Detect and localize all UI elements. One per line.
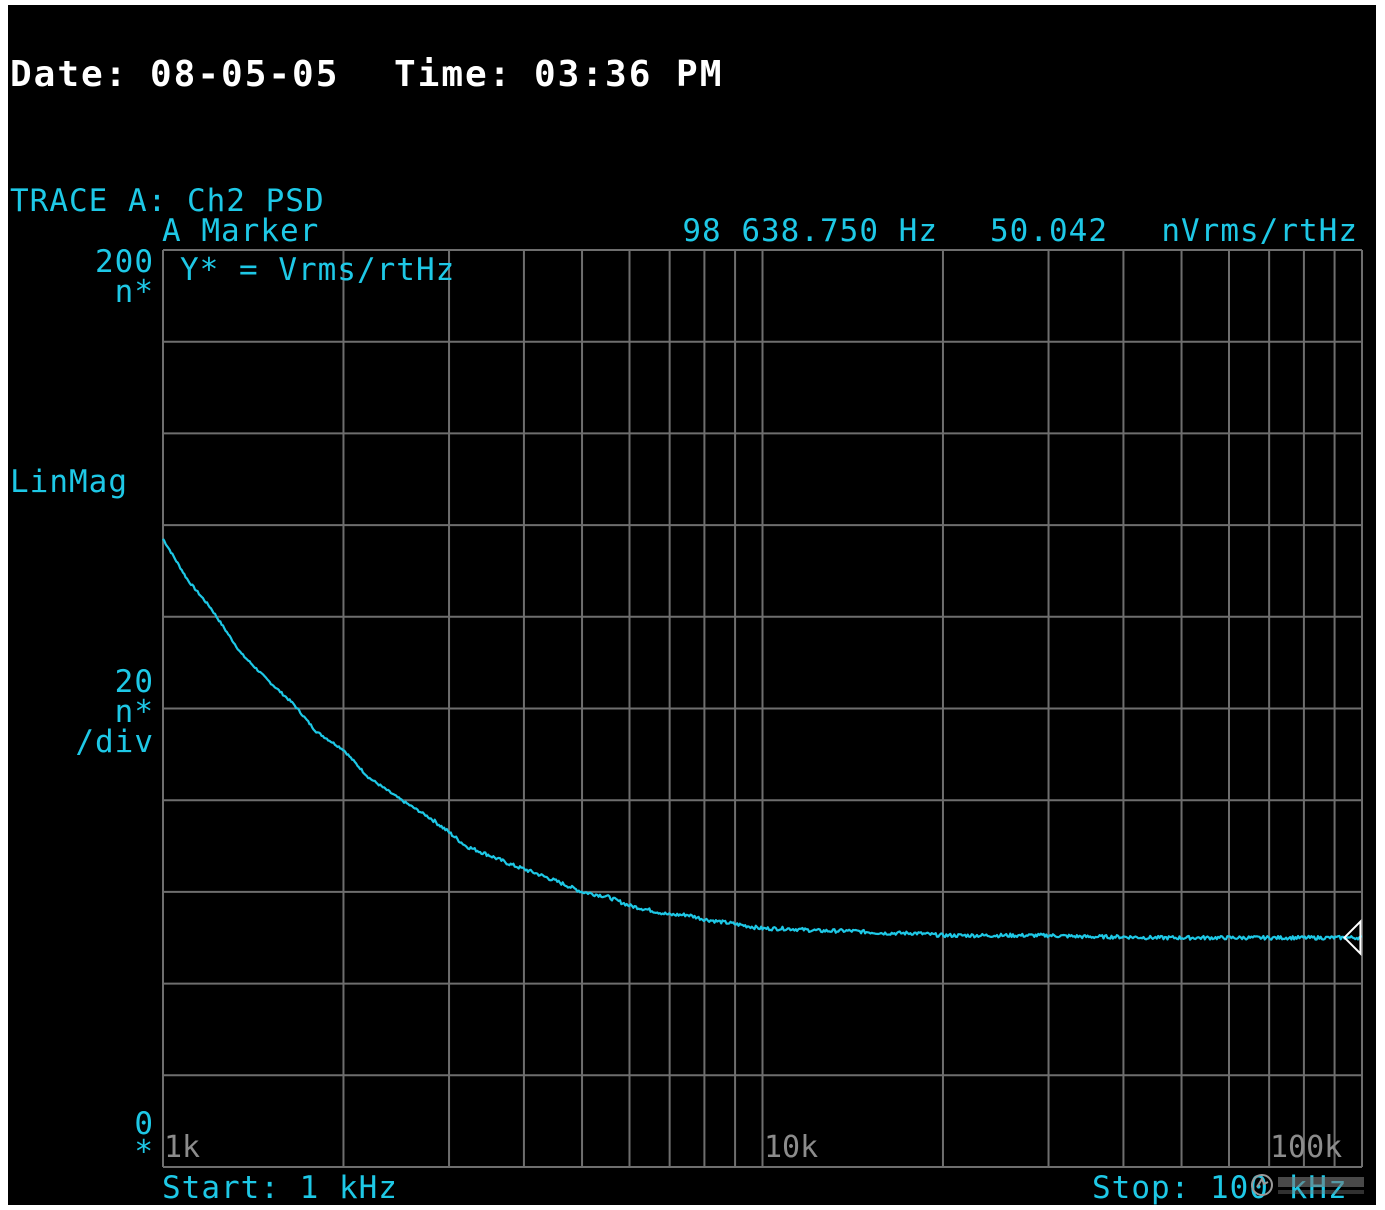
y-definition: Y* = Vrms/rtHz <box>180 252 456 288</box>
date-value: 08-05-05 <box>150 54 340 95</box>
analyzer-screen: Date: 08-05-05 Time: 03:36 PM TRACE A: C… <box>8 5 1376 1205</box>
sweep-start: Start: 1 kHz <box>162 1170 398 1205</box>
x-tick-100k: 100k <box>1270 1130 1343 1165</box>
y-top-unit: n* <box>114 274 154 310</box>
y-bottom-unit: * <box>134 1134 154 1170</box>
y-div-suffix: /div <box>75 724 154 760</box>
y-scale-mode: LinMag <box>10 464 128 500</box>
marker-frequency: 98 638.750 Hz <box>682 213 938 249</box>
marker-label: A Marker <box>162 213 320 249</box>
x-tick-10k: 10k <box>764 1130 819 1165</box>
date-label: Date: <box>10 54 129 95</box>
marker-value: 50.042 <box>990 213 1108 249</box>
plot-grid <box>162 249 1363 1168</box>
elecfans-watermark-logo <box>1251 1174 1364 1196</box>
marker-unit: nVrms/rtHz <box>1161 213 1358 249</box>
x-tick-1k: 1k <box>164 1130 201 1165</box>
time-value: 03:36 PM <box>534 54 724 95</box>
time-label: Time: <box>394 54 513 95</box>
